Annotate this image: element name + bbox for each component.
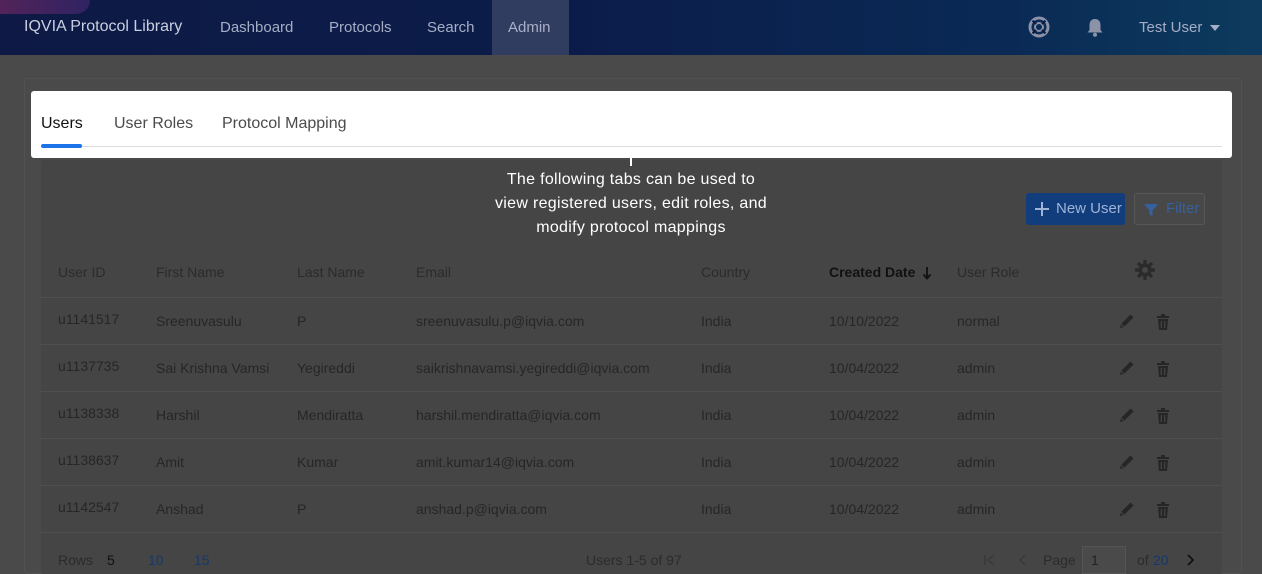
column-header-user-id[interactable]: User ID [58,264,105,280]
rows-label: Rows [58,552,94,568]
trash-icon[interactable] [1154,407,1172,425]
trash-icon[interactable] [1154,501,1172,519]
cell-first-name: Anshad [156,501,204,517]
cell-first-name: Sreenuvasulu [156,313,242,329]
active-tab-indicator [41,144,82,148]
trash-icon[interactable] [1154,454,1172,472]
nav-item-search[interactable]: Search [411,0,491,55]
plus-icon [1035,202,1049,216]
pencil-icon[interactable] [1118,359,1136,377]
cell-last-name: P [297,501,307,517]
trash-icon[interactable] [1154,313,1172,331]
admin-tabs-card: Users User Roles Protocol Mapping [31,91,1232,158]
cell-email: harshil.mendiratta@iqvia.com [416,407,601,423]
cell-created-date: 10/04/2022 [829,454,900,470]
column-header-created-date[interactable]: Created Date [829,264,933,280]
chevron-down-icon [1210,25,1221,32]
table-row[interactable] [41,438,1222,484]
table-row[interactable] [41,391,1222,437]
cell-email: amit.kumar14@iqvia.com [416,454,575,470]
nav-item-protocols[interactable]: Protocols [313,0,408,55]
arrow-down-icon [923,267,932,280]
cell-email: saikrishnavamsi.yegireddi@iqvia.com [416,360,650,376]
column-header-user-role[interactable]: User Role [957,264,1019,280]
cell-user-role: admin [957,407,996,423]
page-number-input[interactable] [1082,546,1126,574]
cell-country: India [701,313,732,329]
cell-last-name: Kumar [297,454,339,470]
previous-page-icon[interactable] [1016,553,1030,567]
rows-option-10[interactable]: 10 [148,552,164,568]
cell-email: anshad.p@iqvia.com [416,501,547,517]
cell-user-role: admin [957,501,996,517]
table-row[interactable] [41,485,1222,531]
tab-user-roles[interactable]: User Roles [114,115,193,133]
column-header-last-name[interactable]: Last Name [297,264,365,280]
cell-user-role: admin [957,360,996,376]
trash-icon[interactable] [1154,360,1172,378]
rows-option-5[interactable]: 5 [107,552,115,568]
pencil-icon[interactable] [1118,312,1136,330]
new-user-button[interactable]: New User [1026,193,1125,225]
user-menu[interactable]: Test User [1139,0,1221,55]
next-page-icon[interactable] [1183,553,1197,567]
nav-item-dashboard[interactable]: Dashboard [204,0,309,55]
tooltip-pointer [630,158,632,166]
column-header-first-name[interactable]: First Name [156,264,224,280]
cell-user-role: admin [957,454,996,470]
gear-icon[interactable] [1134,259,1156,281]
cell-country: India [701,454,732,470]
cell-user-role: normal [957,313,1000,329]
column-header-email[interactable]: Email [416,264,451,280]
created-date-label: Created Date [829,264,916,280]
tab-protocol-mapping[interactable]: Protocol Mapping [222,115,347,133]
cell-created-date: 10/10/2022 [829,313,900,329]
life-ring-icon[interactable] [1028,16,1050,38]
pencil-icon[interactable] [1118,406,1136,424]
cell-user-id: u1138338 [58,405,120,421]
cell-first-name: Sai Krishna Vamsi [156,360,270,376]
cell-created-date: 10/04/2022 [829,501,900,517]
cell-created-date: 10/04/2022 [829,407,900,423]
first-page-icon[interactable] [983,553,997,567]
top-navigation-bar: IQVIA Protocol Library Dashboard Protoco… [0,0,1262,55]
tab-users[interactable]: Users [41,115,83,133]
cell-country: India [701,360,732,376]
of-label: of [1137,552,1149,568]
filter-button[interactable]: Filter [1134,193,1205,225]
cell-country: India [701,407,732,423]
bell-icon[interactable] [1084,16,1106,38]
nav-item-admin[interactable]: Admin [492,0,569,55]
total-pages-link[interactable]: 20 [1153,552,1169,568]
cell-last-name: P [297,313,307,329]
cell-email: sreenuvasulu.p@iqvia.com [416,313,585,329]
tour-tooltip-text: The following tabs can be used to view r… [495,171,767,236]
cell-country: India [701,501,732,517]
app-title[interactable]: IQVIA Protocol Library [24,18,182,36]
new-user-label: New User [1056,200,1122,217]
cell-user-id: u1137735 [58,358,120,374]
cell-last-name: Mendiratta [297,407,364,423]
cell-user-id: u1138637 [58,452,120,468]
rows-option-15[interactable]: 15 [194,552,210,568]
brand-swoosh-decoration [0,0,90,14]
tabs-divider [41,146,1222,147]
column-header-country[interactable]: Country [701,264,750,280]
filter-label: Filter [1166,200,1200,217]
pencil-icon[interactable] [1118,453,1136,471]
user-name: Test User [1139,19,1203,36]
page-label: Page [1043,552,1076,568]
cell-last-name: Yegireddi [297,360,355,376]
cell-created-date: 10/04/2022 [829,360,900,376]
cell-user-id: u1141517 [58,311,120,327]
funnel-icon [1144,204,1158,216]
cell-first-name: Amit [156,454,184,470]
pagination-summary: Users 1-5 of 97 [586,552,682,568]
cell-user-id: u1142547 [58,499,120,515]
cell-first-name: Harshil [156,407,200,423]
pencil-icon[interactable] [1118,500,1136,518]
